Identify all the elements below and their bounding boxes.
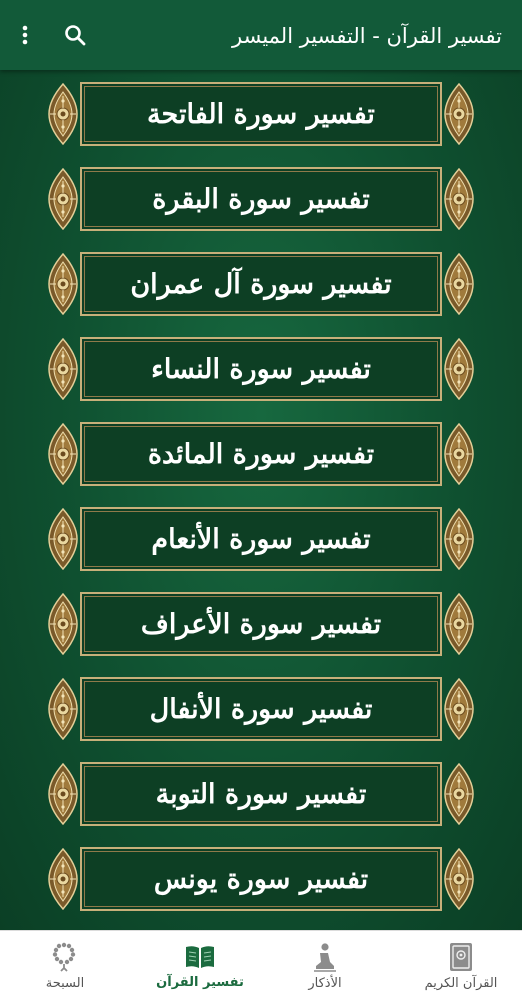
surah-label: تفسير سورة الأعراف bbox=[140, 608, 382, 640]
nav-label: الأذكار bbox=[308, 975, 342, 991]
nav-item-tafsir[interactable]: تفسير القرآن bbox=[140, 931, 260, 1001]
ornament-icon bbox=[444, 253, 474, 315]
app-bar: تفسير القرآن - التفسير الميسر bbox=[0, 0, 522, 70]
more-vertical-icon bbox=[22, 25, 28, 45]
surah-list-item[interactable]: تفسير سورة يونس bbox=[46, 847, 476, 911]
surah-label: تفسير سورة التوبة bbox=[155, 778, 367, 810]
ornament-icon bbox=[48, 168, 78, 230]
surah-button[interactable]: تفسير سورة التوبة bbox=[80, 762, 442, 826]
nav-label: السبحة bbox=[45, 975, 85, 991]
surah-label: تفسير سورة الأنعام bbox=[151, 523, 371, 555]
surah-button[interactable]: تفسير سورة البقرة bbox=[80, 167, 442, 231]
surah-button[interactable]: تفسير سورة الفاتحة bbox=[80, 82, 442, 146]
ornament-icon bbox=[48, 423, 78, 485]
surah-button[interactable]: تفسير سورة المائدة bbox=[80, 422, 442, 486]
nav-label: تفسير القرآن bbox=[156, 974, 244, 990]
ornament-icon bbox=[48, 848, 78, 910]
prayer-icon bbox=[314, 942, 336, 972]
surah-list-item[interactable]: تفسير سورة الفاتحة bbox=[46, 82, 476, 146]
ornament-icon bbox=[48, 593, 78, 655]
ornament-icon bbox=[444, 763, 474, 825]
bottom-navigation: القرآن الكريم الأذكار تفسير القرآن السبح… bbox=[0, 930, 522, 1001]
open-book-icon bbox=[186, 945, 214, 968]
ornament-icon bbox=[444, 338, 474, 400]
overflow-menu-button[interactable] bbox=[8, 18, 42, 52]
surah-list-item[interactable]: تفسير سورة الأنفال bbox=[46, 677, 476, 741]
surah-list-item[interactable]: تفسير سورة النساء bbox=[46, 337, 476, 401]
surah-button[interactable]: تفسير سورة الأعراف bbox=[80, 592, 442, 656]
surah-button[interactable]: تفسير سورة الأنفال bbox=[80, 677, 442, 741]
ornament-icon bbox=[444, 83, 474, 145]
surah-label: تفسير سورة البقرة bbox=[152, 183, 370, 215]
surah-label: تفسير سورة الأنفال bbox=[149, 693, 373, 725]
surah-label: تفسير سورة يونس bbox=[153, 863, 369, 895]
ornament-icon bbox=[444, 168, 474, 230]
surah-list-item[interactable]: تفسير سورة الأعراف bbox=[46, 592, 476, 656]
ornament-icon bbox=[444, 593, 474, 655]
surah-button[interactable]: تفسير سورة يونس bbox=[80, 847, 442, 911]
surah-button[interactable]: تفسير سورة النساء bbox=[80, 337, 442, 401]
surah-label: تفسير سورة آل عمران bbox=[130, 268, 392, 300]
surah-button[interactable]: تفسير سورة الأنعام bbox=[80, 507, 442, 571]
ornament-icon bbox=[444, 848, 474, 910]
surah-list-item[interactable]: تفسير سورة آل عمران bbox=[46, 252, 476, 316]
surah-label: تفسير سورة الفاتحة bbox=[147, 98, 375, 130]
ornament-icon bbox=[444, 508, 474, 570]
surah-list: تفسير سورة الفاتحة تفسير سورة البقرة تفس… bbox=[0, 70, 522, 930]
ornament-icon bbox=[48, 338, 78, 400]
nav-item-quran[interactable]: القرآن الكريم bbox=[400, 931, 522, 1001]
ornament-icon bbox=[444, 678, 474, 740]
nav-item-subha[interactable]: السبحة bbox=[10, 931, 120, 1001]
ornament-icon bbox=[48, 508, 78, 570]
surah-list-item[interactable]: تفسير سورة المائدة bbox=[46, 422, 476, 486]
prayer-beads-icon bbox=[52, 942, 76, 972]
surah-label: تفسير سورة النساء bbox=[151, 353, 371, 385]
surah-button[interactable]: تفسير سورة آل عمران bbox=[80, 252, 442, 316]
ornament-icon bbox=[444, 423, 474, 485]
surah-list-item[interactable]: تفسير سورة التوبة bbox=[46, 762, 476, 826]
quran-book-icon bbox=[450, 942, 472, 971]
surah-list-item[interactable]: تفسير سورة الأنعام bbox=[46, 507, 476, 571]
ornament-icon bbox=[48, 678, 78, 740]
ornament-icon bbox=[48, 83, 78, 145]
surah-label: تفسير سورة المائدة bbox=[147, 438, 375, 470]
ornament-icon bbox=[48, 253, 78, 315]
search-icon bbox=[65, 25, 86, 46]
nav-label: القرآن الكريم bbox=[424, 975, 498, 991]
nav-item-adhkar[interactable]: الأذكار bbox=[270, 931, 380, 1001]
search-button[interactable] bbox=[58, 18, 92, 52]
ornament-icon bbox=[48, 763, 78, 825]
page-title: تفسير القرآن - التفسير الميسر bbox=[232, 24, 502, 48]
surah-list-item[interactable]: تفسير سورة البقرة bbox=[46, 167, 476, 231]
